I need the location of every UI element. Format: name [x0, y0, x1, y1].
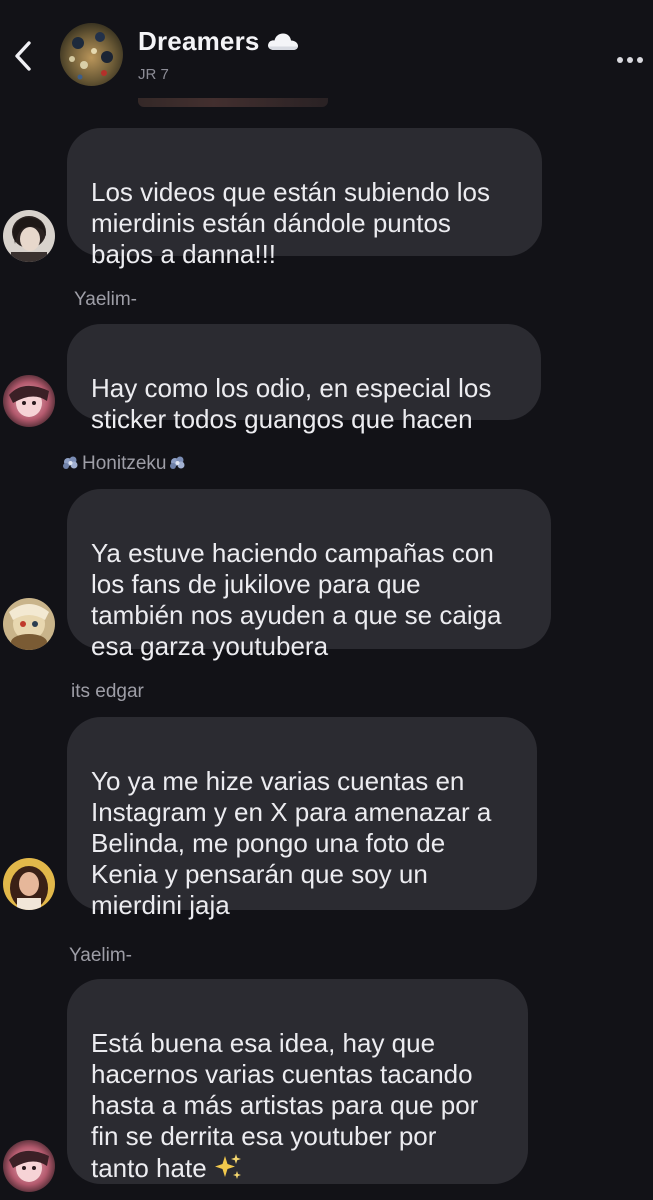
chat-header: Dreamers JR 7	[0, 0, 653, 100]
chat-screen: Dreamers JR 7 Los videos que están subie…	[0, 0, 653, 1200]
sender-name: Yaelim-	[74, 289, 137, 310]
message-text: Hay como los odio, en especial los stick…	[91, 373, 492, 434]
group-name: Dreamers	[138, 26, 260, 56]
more-dot	[627, 57, 633, 63]
message-text: Está buena esa idea, hay que hacernos va…	[91, 1028, 479, 1183]
sparkles-icon	[214, 1154, 241, 1179]
message-bubble[interactable]: Yo ya me hize varias cuentas en Instagra…	[67, 717, 537, 920]
more-dot	[637, 57, 643, 63]
group-subtitle: JR 7	[138, 66, 169, 83]
back-button[interactable]	[10, 38, 38, 74]
chevron-left-icon	[15, 41, 31, 71]
sender-avatar[interactable]	[3, 858, 55, 910]
previous-media-sliver	[138, 98, 328, 107]
group-title[interactable]: Dreamers	[138, 26, 300, 57]
sender-name: Yaelim-	[69, 945, 132, 966]
message-text: Los videos que están subiendo los mierdi…	[91, 177, 490, 269]
message-bubble[interactable]: Los videos que están subiendo los mierdi…	[67, 128, 542, 269]
message-bubble[interactable]: Está buena esa idea, hay que hacernos va…	[67, 979, 528, 1184]
sender-avatar[interactable]	[3, 375, 55, 427]
message-text: Ya estuve haciendo campañas con los fans…	[91, 538, 502, 661]
message-bubble[interactable]: Hay como los odio, en especial los stick…	[67, 324, 541, 434]
flower-icon	[63, 456, 78, 469]
sender-name: Honitzeku	[82, 453, 167, 474]
more-dots-icon	[617, 57, 623, 63]
more-options-button[interactable]	[615, 48, 649, 64]
group-avatar[interactable]	[60, 23, 123, 86]
sender-name: its edgar	[71, 681, 144, 702]
cloud-icon	[267, 33, 298, 50]
sender-avatar[interactable]	[3, 598, 55, 650]
message-bubble[interactable]: Ya estuve haciendo campañas con los fans…	[67, 489, 551, 661]
sender-name-row: Honitzeku	[60, 453, 189, 475]
flower-icon	[169, 456, 184, 469]
message-text: Yo ya me hize varias cuentas en Instagra…	[91, 766, 492, 920]
sender-avatar[interactable]	[3, 210, 55, 262]
sender-avatar[interactable]	[3, 1140, 55, 1192]
